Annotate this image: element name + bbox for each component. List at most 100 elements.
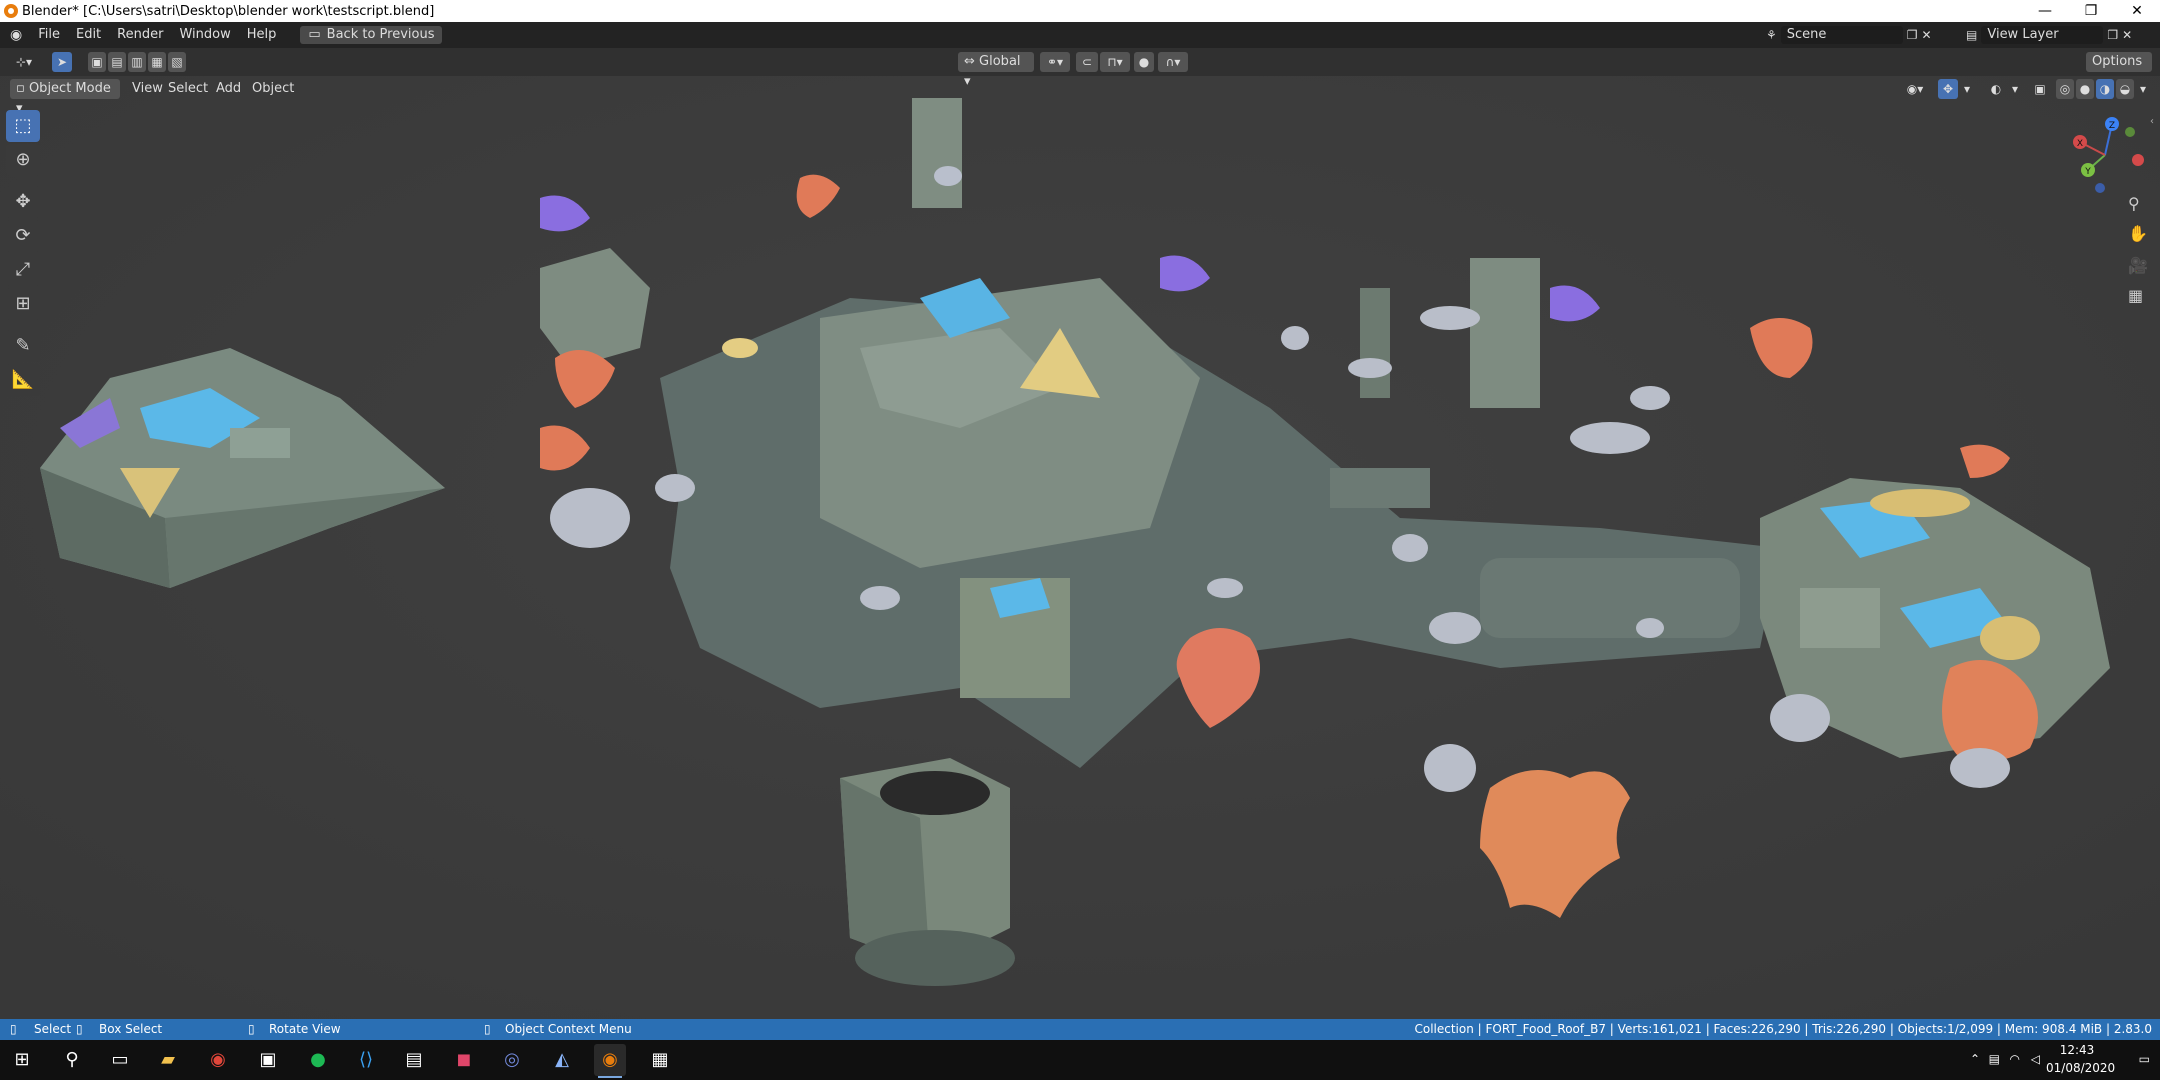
object-mode-label: Object Mode [28,81,111,96]
view-layer-selector[interactable]: ▤ View Layer ❐ ✕ [1966,26,2132,44]
select-mode-subtract-icon[interactable]: ▥ [128,52,146,72]
gizmo-neg-y[interactable] [2125,127,2135,137]
blender-menu-icon[interactable]: ◉ [10,27,22,43]
scene-remove-icon[interactable]: ✕ [1922,28,1932,42]
left-toolbar: ⬚ ⊕ ✥ ⟳ ⤢ ⊞ ✎ 📐 [6,110,42,400]
menu-render[interactable]: Render [109,22,171,48]
view-layer-browse-icon[interactable]: ❐ [2107,28,2118,42]
sidebar-toggle-icon[interactable]: ‹ [2150,116,2154,127]
task-view-icon[interactable]: ▭ [104,1044,136,1076]
blender-taskbar-icon[interactable]: ◉ [594,1044,626,1078]
transform-orientation-dropdown[interactable]: ⇔ Global ▾ [958,52,1034,89]
status-bar: ▯ Select ▯ Box Select ▯ Rotate View ▯ Ob… [0,1019,2160,1040]
visibility-icon[interactable]: ◉▾ [1900,79,1930,99]
menu-window[interactable]: Window [171,22,238,48]
orientation-label: Global [979,54,1021,69]
search-icon[interactable]: ⚲ [56,1044,88,1076]
tool-header: ⊹▾ ➤ ▣ ▤ ▥ ▦ ▧ ⇔ Global ▾ ⚭▾ ⊂ ⊓▾ ● ∩▾ O… [0,48,2160,89]
scene-browse-icon[interactable]: ❐ [1907,28,1918,42]
shading-options-icon[interactable]: ▾ [2136,79,2150,99]
snap-icon[interactable]: ⊂ [1076,52,1098,72]
gizmo-toggle-icon[interactable]: ✥ [1938,79,1958,99]
select-mode-extend-icon[interactable]: ▤ [108,52,126,72]
solid-shading-icon[interactable]: ● [2076,79,2094,99]
rotate-tool-icon[interactable]: ⟳ [6,220,40,252]
spotify-icon[interactable]: ● [302,1044,334,1076]
transform-tool-icon[interactable]: ⊞ [6,288,40,320]
camera-view-icon[interactable]: 🎥 [2128,256,2148,275]
window-controls: — ❐ ✕ [2022,0,2160,22]
measure-tool-icon[interactable]: 📐 [6,364,40,396]
wireframe-shading-icon[interactable]: ◎ [2056,79,2074,99]
menu-add[interactable]: Add [210,79,247,99]
rendered-shading-icon[interactable]: ◒ [2116,79,2134,99]
windows-start-icon[interactable]: ⊞ [6,1044,38,1076]
cursor-tool-icon[interactable]: ⊕ [6,144,40,176]
move-tool-icon[interactable]: ✥ [6,186,40,218]
select-tool-icon[interactable]: ➤ [52,52,72,72]
vscode-icon[interactable]: ⟨⟩ [350,1044,382,1076]
menu-help[interactable]: Help [239,22,285,48]
status-rotate-view-label: Rotate View [269,1022,341,1036]
view-layer-name-field[interactable]: View Layer [1981,26,2104,44]
app-shark-icon[interactable]: ◭ [546,1044,578,1076]
object-mode-dropdown[interactable]: ▫ Object Mode ▾ [10,79,120,116]
tray-network-icon[interactable]: ▤ [1989,1052,2000,1066]
back-to-previous-button[interactable]: ▭ Back to Previous [300,26,443,44]
chrome-icon[interactable]: ◉ [202,1044,234,1076]
window-title: Blender* [C:\Users\satri\Desktop\blender… [22,3,435,19]
tray-volume-icon[interactable]: ◁ [2031,1052,2040,1066]
notepad-icon[interactable]: ▤ [398,1044,430,1076]
status-context-menu-label: Object Context Menu [505,1022,632,1036]
intellij-icon[interactable]: ◼ [448,1044,480,1076]
view-layer-remove-icon[interactable]: ✕ [2122,28,2132,42]
gizmo-options-icon[interactable]: ▾ [1960,79,1974,99]
menu-select[interactable]: Select [162,79,214,99]
window-titlebar: Blender* [C:\Users\satri\Desktop\blender… [0,0,2160,22]
scene-name-field[interactable]: Scene [1780,26,1903,44]
overlay-options-icon[interactable]: ▾ [2008,79,2022,99]
proportional-edit-icon[interactable]: ● [1134,52,1154,72]
object-mode-icon: ▫ [16,81,25,96]
tray-date[interactable]: 01/08/2020 [2046,1061,2115,1075]
material-shading-icon[interactable]: ◑ [2096,79,2114,99]
terminal-icon[interactable]: ▣ [252,1044,284,1076]
file-explorer-icon[interactable]: ▰ [152,1044,184,1076]
tray-wifi-icon[interactable]: ◠ [2010,1052,2020,1066]
scene-selector[interactable]: ⚘ Scene ❐ ✕ [1766,26,1932,44]
proportional-falloff-icon[interactable]: ∩▾ [1158,52,1188,72]
perspective-toggle-icon[interactable]: ▦ [2128,286,2143,305]
snap-target-icon[interactable]: ⊓▾ [1100,52,1130,72]
gizmo-neg-z[interactable] [2095,183,2105,193]
zoom-icon[interactable]: ⚲ [2128,194,2140,213]
annotate-tool-icon[interactable]: ✎ [6,330,40,362]
close-button[interactable]: ✕ [2114,0,2160,22]
editor-type-icon[interactable]: ⊹▾ [10,52,38,72]
mouse-right-icon: ▯ [484,1022,491,1036]
gizmo-neg-x[interactable] [2132,154,2144,166]
gizmo-z-label: Z [2109,121,2115,131]
app-window-icon[interactable]: ▦ [644,1044,676,1076]
pivot-point-icon[interactable]: ⚭▾ [1040,52,1070,72]
select-mode-new-icon[interactable]: ▣ [88,52,106,72]
overlay-toggle-icon[interactable]: ◐ [1986,79,2006,99]
menu-edit[interactable]: Edit [68,22,109,48]
select-mode-intersect-icon[interactable]: ▧ [168,52,186,72]
tray-chevron-icon[interactable]: ⌃ [1970,1052,1980,1066]
status-select-label: Select [34,1022,72,1036]
scale-tool-icon[interactable]: ⤢ [6,254,40,286]
minimize-button[interactable]: — [2022,0,2068,22]
pan-hand-icon[interactable]: ✋ [2128,224,2148,243]
menu-object[interactable]: Object [246,79,300,99]
tray-time[interactable]: 12:43 [2046,1043,2108,1057]
menu-file[interactable]: File [30,22,68,48]
xray-toggle-icon[interactable]: ▣ [2030,79,2050,99]
restore-button[interactable]: ❐ [2068,0,2114,22]
navigation-gizmo[interactable]: Z Y X [2060,110,2150,200]
select-box-tool-icon[interactable]: ⬚ [6,110,40,142]
select-mode-invert-icon[interactable]: ▦ [148,52,166,72]
options-dropdown[interactable]: Options [2086,52,2152,72]
viewport-scene[interactable] [0,48,2160,1019]
notifications-icon[interactable]: ▭ [2139,1052,2150,1066]
discord-icon[interactable]: ◎ [496,1044,528,1076]
